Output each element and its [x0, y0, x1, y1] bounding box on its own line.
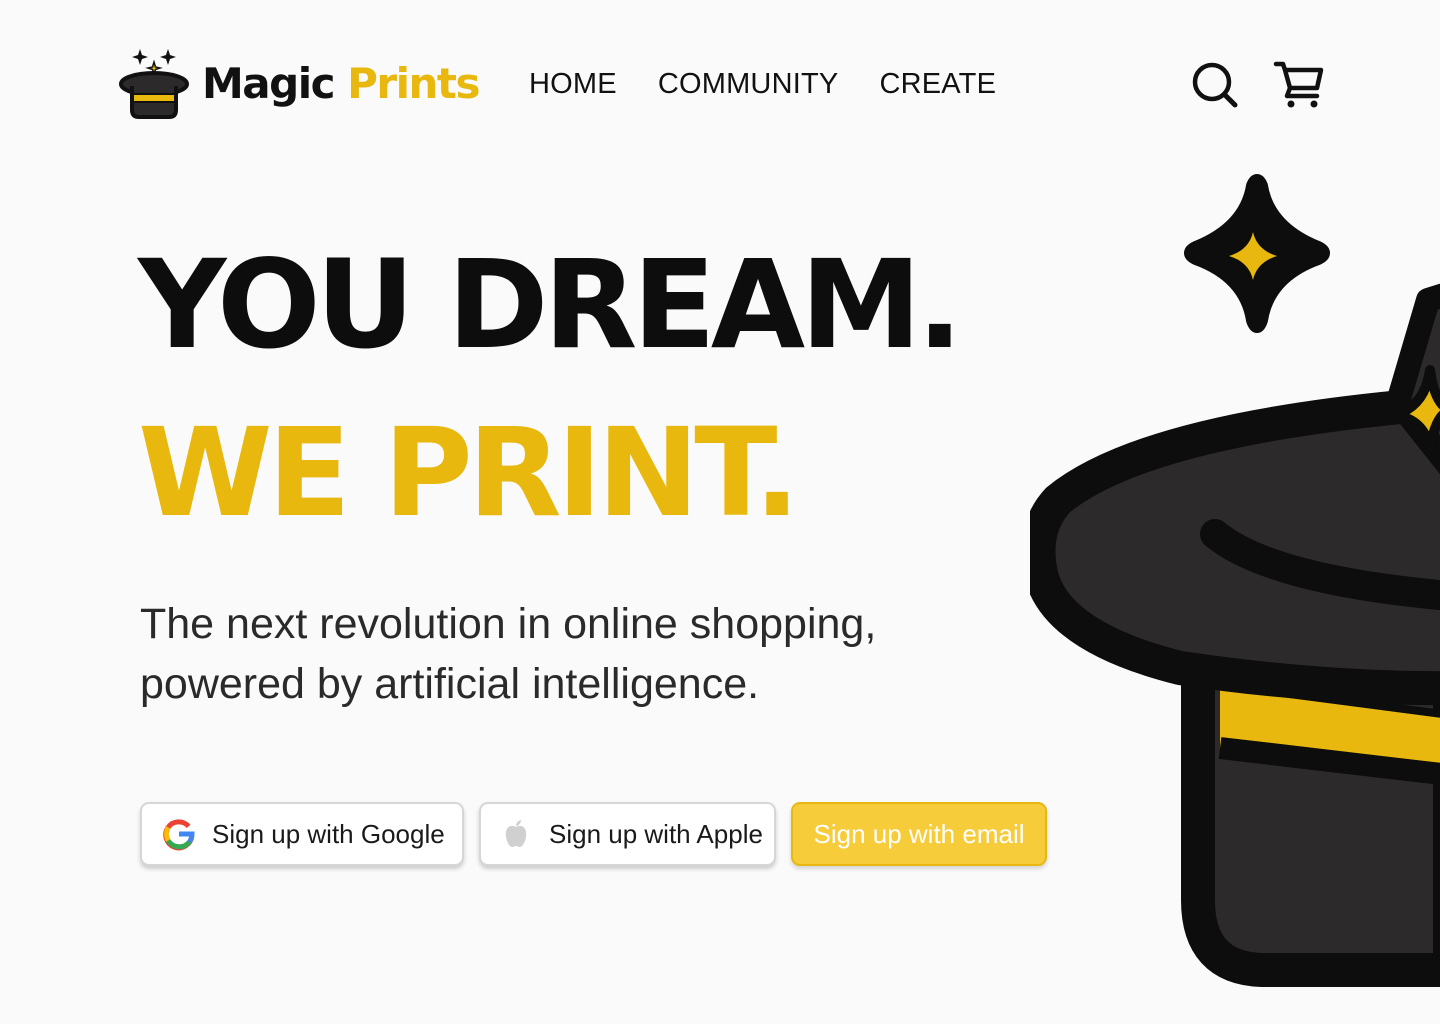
- signup-apple-button[interactable]: Sign up with Apple: [479, 802, 776, 866]
- brand-name-word-1: Magic: [202, 59, 336, 108]
- hero-headline-2: WE PRINT.: [138, 402, 800, 544]
- nav-item-community[interactable]: COMMUNITY: [658, 68, 839, 100]
- search-icon: [1192, 62, 1238, 108]
- magic-top-hat-icon: [119, 49, 189, 119]
- google-icon: [163, 819, 195, 851]
- brand-logo[interactable]: Magic Prints: [118, 46, 480, 120]
- signup-email-button[interactable]: Sign up with email: [791, 802, 1047, 866]
- sparkle-icon: [1184, 174, 1330, 333]
- signup-email-label: Sign up with email: [813, 818, 1025, 849]
- brand-name-word-2: Prints: [347, 59, 480, 108]
- hero-subtitle: The next revolution in online shopping, …: [140, 600, 877, 708]
- hero-headline-1: YOU DREAM.: [138, 234, 963, 376]
- cart-button[interactable]: [1273, 58, 1325, 110]
- brand-name: Magic Prints: [202, 63, 480, 105]
- signup-google-button[interactable]: Sign up with Google: [140, 802, 464, 866]
- nav-item-create[interactable]: CREATE: [879, 68, 996, 100]
- magic-top-hat-illustration: [1030, 174, 1440, 987]
- signup-google-label: Sign up with Google: [212, 818, 445, 849]
- search-button[interactable]: [1188, 58, 1240, 110]
- apple-icon: [505, 820, 527, 847]
- nav-item-home[interactable]: HOME: [529, 68, 617, 100]
- main-nav: HOME COMMUNITY CREATE: [529, 68, 996, 100]
- cart-icon: [1273, 61, 1324, 108]
- signup-apple-label: Sign up with Apple: [549, 818, 763, 849]
